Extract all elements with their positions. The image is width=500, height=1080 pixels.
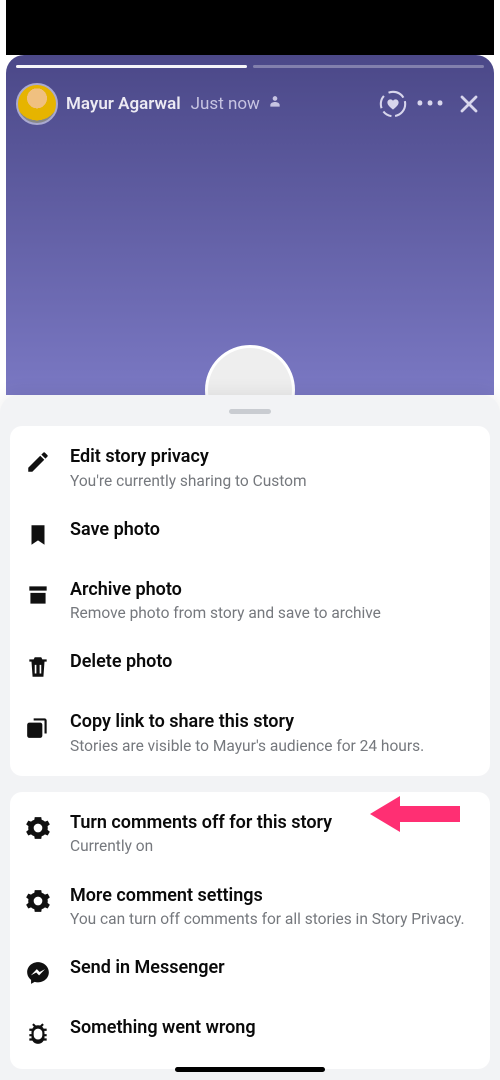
menu-item-delete-photo[interactable]: Delete photo: [10, 637, 490, 697]
menu-item-subtitle: You can turn off comments for all storie…: [70, 909, 472, 929]
menu-item-title: Copy link to share this story: [70, 711, 472, 734]
menu-item-save-photo[interactable]: Save photo: [10, 505, 490, 565]
timestamp-label: Just now: [191, 94, 260, 114]
status-bar: [6, 0, 494, 55]
more-icon[interactable]: •••: [416, 90, 446, 118]
menu-item-subtitle: Remove photo from story and save to arch…: [70, 603, 472, 623]
home-indicator: [175, 1067, 325, 1072]
username-label[interactable]: Mayur Agarwal: [66, 94, 181, 114]
action-sheet: Edit story privacy You're currently shar…: [0, 395, 500, 1080]
pencil-icon: [22, 446, 54, 478]
reaction-icon[interactable]: [378, 89, 408, 119]
menu-item-more-comment-settings[interactable]: More comment settings You can turn off c…: [10, 871, 490, 944]
copy-icon: [22, 711, 54, 743]
menu-item-title: Edit story privacy: [70, 446, 472, 469]
menu-item-send-messenger[interactable]: Send in Messenger: [10, 943, 490, 1003]
menu-item-subtitle: You're currently sharing to Custom: [70, 471, 472, 491]
menu-item-subtitle: Stories are visible to Mayur's audience …: [70, 736, 472, 756]
menu-item-turn-comments-off[interactable]: Turn comments off for this story Current…: [10, 798, 490, 871]
menu-item-copy-link[interactable]: Copy link to share this story Stories ar…: [10, 697, 490, 770]
menu-item-title: Send in Messenger: [70, 957, 472, 980]
story-header: Mayur Agarwal Just now •••: [16, 83, 484, 125]
menu-item-title: Turn comments off for this story: [70, 812, 472, 835]
story-viewer: Mayur Agarwal Just now •••: [6, 55, 494, 395]
sheet-grabber[interactable]: [229, 409, 271, 414]
bookmark-icon: [22, 519, 54, 551]
messenger-icon: [22, 957, 54, 989]
menu-item-title: Delete photo: [70, 651, 472, 674]
menu-item-title: Something went wrong: [70, 1017, 472, 1040]
trash-icon: [22, 651, 54, 683]
bug-icon: [22, 1017, 54, 1049]
device-frame: Mayur Agarwal Just now •••: [0, 0, 500, 1080]
privacy-icon: [268, 95, 282, 113]
gear-icon: [22, 812, 54, 844]
menu-item-title: Save photo: [70, 519, 472, 542]
menu-item-title: Archive photo: [70, 579, 472, 602]
avatar[interactable]: [16, 83, 58, 125]
menu-item-title: More comment settings: [70, 885, 472, 908]
menu-item-subtitle: Currently on: [70, 836, 472, 856]
gear-icon: [22, 885, 54, 917]
menu-item-something-wrong[interactable]: Something went wrong: [10, 1003, 490, 1063]
menu-card: Turn comments off for this story Current…: [10, 792, 490, 1069]
progress-segment: [253, 65, 484, 68]
story-progress: [16, 65, 484, 68]
archive-icon: [22, 579, 54, 611]
close-icon[interactable]: [454, 92, 484, 116]
progress-segment: [16, 65, 247, 68]
menu-card: Edit story privacy You're currently shar…: [10, 426, 490, 776]
menu-item-edit-privacy[interactable]: Edit story privacy You're currently shar…: [10, 432, 490, 505]
menu-item-archive-photo[interactable]: Archive photo Remove photo from story an…: [10, 565, 490, 638]
